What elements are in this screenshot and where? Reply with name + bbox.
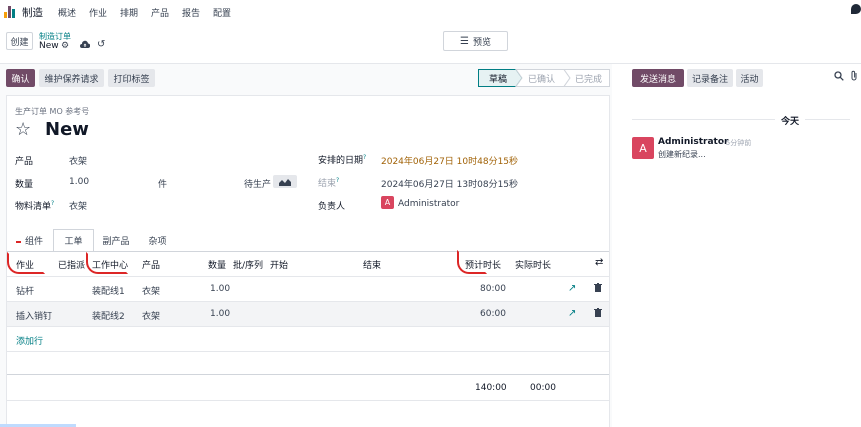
date-divider-today: 今天 (775, 114, 806, 127)
row-workcenter: 装配线1 (92, 287, 125, 297)
responsible-avatar: A (381, 196, 394, 209)
date-divider-line (632, 119, 850, 120)
message-body: 创建新纪录... (658, 150, 706, 159)
message-author[interactable]: Administrator (658, 137, 728, 147)
col-start[interactable]: 开始 (270, 258, 288, 271)
create-button[interactable]: 创建 (6, 32, 33, 50)
row-expected: 80:00 (480, 284, 506, 294)
col-product[interactable]: 产品 (142, 258, 160, 271)
end-date-field[interactable]: 2024年06月27日 13时08分15秒 (381, 177, 518, 190)
message-time: - 5分钟前 (721, 139, 752, 147)
bom-field[interactable]: 衣架 (69, 199, 87, 212)
annotation-dash (16, 241, 21, 243)
trash-icon[interactable] (594, 283, 602, 295)
row-expected: 60:00 (480, 309, 506, 319)
annotation-mark-expected (457, 250, 487, 274)
responsible-label: 负责人 (318, 202, 346, 212)
maintenance-request-button[interactable]: 维护保养请求 (39, 69, 104, 87)
status-done[interactable]: 已完成 (575, 69, 602, 87)
menu-products[interactable]: 产品 (151, 6, 169, 19)
row-product: 衣架 (142, 287, 161, 297)
col-quantity[interactable]: 数量 (208, 258, 226, 271)
tab-components[interactable]: 组件 (15, 229, 53, 251)
paperclip-icon[interactable] (850, 70, 858, 84)
add-line-row: 添加行 (7, 326, 609, 351)
chat-icon[interactable] (851, 4, 861, 14)
row-product: 衣架 (142, 312, 161, 322)
table-bottom-border (7, 400, 609, 401)
open-external-icon[interactable]: ↗ (568, 308, 576, 319)
bom-label: 物料清单? (15, 200, 55, 212)
author-avatar: A (632, 137, 654, 159)
row-quantity: 1.00 (210, 309, 231, 319)
activity-button[interactable]: 活动 (736, 69, 763, 87)
table-row[interactable]: 钻杆 装配线1 衣架 1.00 80:00 ↗ (7, 276, 609, 301)
log-note-button[interactable]: 记录备注 (687, 69, 733, 87)
view-label: 预览 (472, 37, 491, 48)
scheduled-date-field[interactable]: 2024年06月27日 10时48分15秒 (381, 154, 518, 167)
empty-row (7, 351, 609, 376)
row-quantity: 1.00 (210, 284, 231, 294)
col-end[interactable]: 结束 (363, 258, 381, 271)
reference-label: 生产订单 MO 参考号 (15, 107, 90, 116)
tab-work-orders[interactable]: 工单 (53, 229, 94, 251)
status-draft[interactable]: 草稿 (489, 69, 507, 87)
tab-misc[interactable]: 杂项 (138, 229, 177, 251)
row-operation: 插入销钉 (16, 312, 53, 322)
row-workcenter: 装配线2 (92, 312, 125, 322)
tab-by-products[interactable]: 副产品 (94, 229, 138, 251)
manufacturing-app-icon[interactable] (4, 6, 18, 18)
menu-operations[interactable]: 作业 (89, 6, 107, 19)
scheduled-date-label: 安排的日期? (318, 154, 367, 166)
product-field[interactable]: 衣架 (69, 154, 87, 167)
trash-icon[interactable] (594, 308, 602, 320)
star-icon[interactable]: ☆ (15, 119, 31, 140)
gear-icon[interactable]: ⚙ (61, 41, 69, 51)
control-panel: 创建 制造订单 New ⚙ ↺ ☰ 预览 (0, 24, 861, 64)
end-date-label: 结束? (318, 177, 340, 189)
confirm-button[interactable]: 确认 (6, 69, 35, 87)
open-external-icon[interactable]: ↗ (568, 283, 576, 294)
annotation-mark-operation (7, 252, 45, 274)
responsible-field[interactable]: Administrator (398, 199, 459, 209)
add-line-link[interactable]: 添加行 (16, 334, 43, 347)
col-lot-serial[interactable]: 批/序列 (233, 258, 263, 271)
annotation-mark-workcenter (86, 252, 128, 274)
list-icon: ☰ (460, 35, 469, 47)
table-row[interactable]: 插入销钉 装配线2 衣架 1.00 60:00 ↗ (7, 301, 609, 326)
quantity-label: 数量 (15, 180, 34, 190)
app-name[interactable]: 制造 (22, 5, 43, 20)
area-chart-icon (279, 178, 291, 186)
breadcrumb-current: New (39, 41, 59, 51)
send-message-button[interactable]: 发送消息 (632, 69, 684, 87)
col-assigned[interactable]: 已指派 (58, 258, 85, 271)
uom-field[interactable]: 件 (158, 177, 167, 190)
col-actual-duration[interactable]: 实际时长 (515, 258, 551, 271)
optional-columns-icon[interactable]: ⇄ (595, 257, 603, 268)
discard-icon[interactable]: ↺ (97, 39, 105, 50)
row-operation: 钻杆 (16, 287, 35, 297)
forecast-chart-button[interactable] (273, 175, 297, 188)
to-produce-label: 待生产 (244, 180, 272, 190)
quantity-field[interactable]: 1.00 (69, 177, 89, 187)
total-expected: 140:00 (475, 383, 507, 393)
menu-planning[interactable]: 排期 (120, 6, 138, 19)
menu-reporting[interactable]: 报告 (182, 6, 200, 19)
menu-configuration[interactable]: 配置 (213, 6, 231, 19)
menu-overview[interactable]: 概述 (58, 6, 76, 19)
product-label: 产品 (15, 157, 34, 167)
cloud-upload-icon[interactable] (80, 40, 91, 52)
print-labels-button[interactable]: 打印标签 (108, 69, 155, 87)
top-navbar: 制造 概述 作业 排期 产品 报告 配置 (0, 0, 861, 24)
search-icon[interactable] (834, 71, 844, 84)
view-toggle-button[interactable]: ☰ 预览 (443, 31, 508, 51)
status-confirmed[interactable]: 已确认 (528, 69, 555, 87)
totals-row: 140:00 00:00 (7, 374, 609, 400)
total-actual: 00:00 (530, 383, 556, 393)
record-title[interactable]: New (45, 119, 89, 140)
